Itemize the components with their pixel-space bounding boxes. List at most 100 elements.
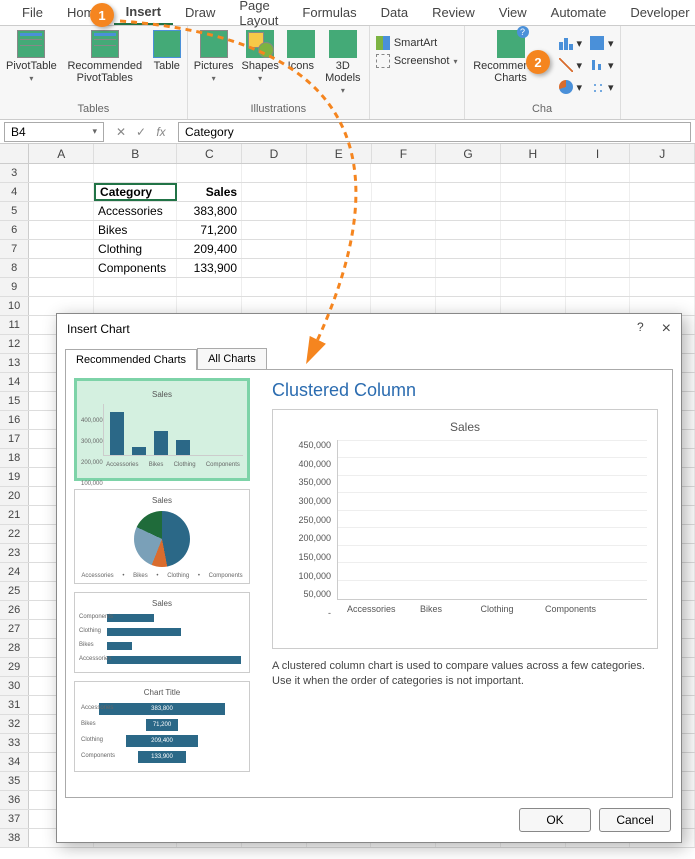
row-header[interactable]: 25 <box>0 582 29 600</box>
col-header-H[interactable]: H <box>501 144 566 163</box>
cell-C3[interactable] <box>177 164 242 182</box>
cell-D6[interactable] <box>242 221 307 239</box>
cell-C4[interactable]: Sales <box>177 183 242 201</box>
cell-B7[interactable]: Clothing <box>94 240 177 258</box>
cell-H7[interactable] <box>501 240 566 258</box>
chart-line-button[interactable]: ▾ <box>559 56 583 74</box>
cell-H8[interactable] <box>501 259 566 277</box>
tab-review[interactable]: Review <box>420 1 487 24</box>
col-header-I[interactable]: I <box>566 144 631 163</box>
row-header[interactable]: 33 <box>0 734 29 752</box>
cell-D7[interactable] <box>242 240 307 258</box>
cell-D5[interactable] <box>242 202 307 220</box>
cell-F5[interactable] <box>371 202 436 220</box>
row-header[interactable]: 31 <box>0 696 29 714</box>
row-header[interactable]: 4 <box>0 183 29 201</box>
cell-J3[interactable] <box>630 164 695 182</box>
row-header[interactable]: 5 <box>0 202 29 220</box>
cell-F3[interactable] <box>371 164 436 182</box>
cell-B4[interactable]: Category <box>94 183 177 201</box>
ok-button[interactable]: OK <box>519 808 591 832</box>
row-header[interactable]: 19 <box>0 468 29 486</box>
cell-F7[interactable] <box>371 240 436 258</box>
cell-I7[interactable] <box>566 240 631 258</box>
col-header-C[interactable]: C <box>177 144 242 163</box>
row-header[interactable]: 32 <box>0 715 29 733</box>
tab-all-charts[interactable]: All Charts <box>197 348 267 369</box>
chart-scatter-button[interactable]: ▾ <box>590 78 614 96</box>
screenshot-button[interactable]: Screenshot ▾ <box>376 52 458 70</box>
cell-B5[interactable]: Accessories <box>94 202 177 220</box>
cell-I8[interactable] <box>566 259 631 277</box>
tab-insert[interactable]: Insert <box>114 0 173 25</box>
accept-formula-icon[interactable]: ✓ <box>132 125 150 139</box>
row-header[interactable]: 23 <box>0 544 29 562</box>
cell-F6[interactable] <box>371 221 436 239</box>
cell-F8[interactable] <box>371 259 436 277</box>
cell-J5[interactable] <box>630 202 695 220</box>
cell-J8[interactable] <box>630 259 695 277</box>
row-header[interactable]: 36 <box>0 791 29 809</box>
cell-D4[interactable] <box>242 183 307 201</box>
cell-H4[interactable] <box>501 183 566 201</box>
cell-G6[interactable] <box>436 221 501 239</box>
cell-A9[interactable] <box>29 278 94 296</box>
cell-C7[interactable]: 209,400 <box>177 240 242 258</box>
cell-G5[interactable] <box>436 202 501 220</box>
row-header[interactable]: 20 <box>0 487 29 505</box>
cancel-formula-icon[interactable]: ✕ <box>112 125 130 139</box>
chart-column-button[interactable]: ▾ <box>559 34 583 52</box>
cell-I6[interactable] <box>566 221 631 239</box>
cell-A4[interactable] <box>29 183 94 201</box>
cell-H5[interactable] <box>501 202 566 220</box>
thumb-clustered-column[interactable]: Sales 400,000300,000200,000100,000 Acces… <box>74 378 250 481</box>
name-box[interactable]: B4 ▾ <box>4 122 104 142</box>
chevron-down-icon[interactable]: ▾ <box>92 126 97 137</box>
row-header[interactable]: 12 <box>0 335 29 353</box>
row-header[interactable]: 8 <box>0 259 29 277</box>
cell-D8[interactable] <box>242 259 307 277</box>
cell-G9[interactable] <box>436 278 501 296</box>
col-header-E[interactable]: E <box>307 144 372 163</box>
row-header[interactable]: 18 <box>0 449 29 467</box>
row-header[interactable]: 9 <box>0 278 29 296</box>
cell-G3[interactable] <box>436 164 501 182</box>
cell-H9[interactable] <box>501 278 566 296</box>
cell-B9[interactable] <box>94 278 177 296</box>
cell-C5[interactable]: 383,800 <box>177 202 242 220</box>
cell-I5[interactable] <box>566 202 631 220</box>
table-button[interactable]: Table <box>153 30 181 84</box>
tab-file[interactable]: File <box>10 1 55 24</box>
row-header[interactable]: 34 <box>0 753 29 771</box>
row-header[interactable]: 29 <box>0 658 29 676</box>
cell-A3[interactable] <box>29 164 94 182</box>
cell-H6[interactable] <box>501 221 566 239</box>
cell-G4[interactable] <box>436 183 501 201</box>
col-header-B[interactable]: B <box>94 144 177 163</box>
cell-G7[interactable] <box>436 240 501 258</box>
row-header[interactable]: 26 <box>0 601 29 619</box>
tab-data[interactable]: Data <box>369 1 420 24</box>
row-header[interactable]: 17 <box>0 430 29 448</box>
pictures-button[interactable]: Pictures ▾ <box>194 30 234 95</box>
tab-draw[interactable]: Draw <box>173 1 227 24</box>
col-header-J[interactable]: J <box>630 144 695 163</box>
row-header[interactable]: 13 <box>0 354 29 372</box>
cell-I4[interactable] <box>566 183 631 201</box>
cell-B3[interactable] <box>94 164 177 182</box>
cell-C9[interactable] <box>177 278 242 296</box>
row-header[interactable]: 7 <box>0 240 29 258</box>
pivottable-button[interactable]: PivotTable ▾ <box>6 30 57 84</box>
cell-D9[interactable] <box>242 278 307 296</box>
row-header[interactable]: 38 <box>0 829 29 847</box>
cell-F4[interactable] <box>372 183 437 201</box>
cell-J4[interactable] <box>630 183 695 201</box>
row-header[interactable]: 10 <box>0 297 29 315</box>
cell-E4[interactable] <box>307 183 372 201</box>
tab-developer[interactable]: Developer <box>618 1 695 24</box>
cell-C8[interactable]: 133,900 <box>177 259 242 277</box>
tab-automate[interactable]: Automate <box>539 1 619 24</box>
cell-H3[interactable] <box>501 164 566 182</box>
row-header[interactable]: 35 <box>0 772 29 790</box>
cell-A8[interactable] <box>29 259 94 277</box>
